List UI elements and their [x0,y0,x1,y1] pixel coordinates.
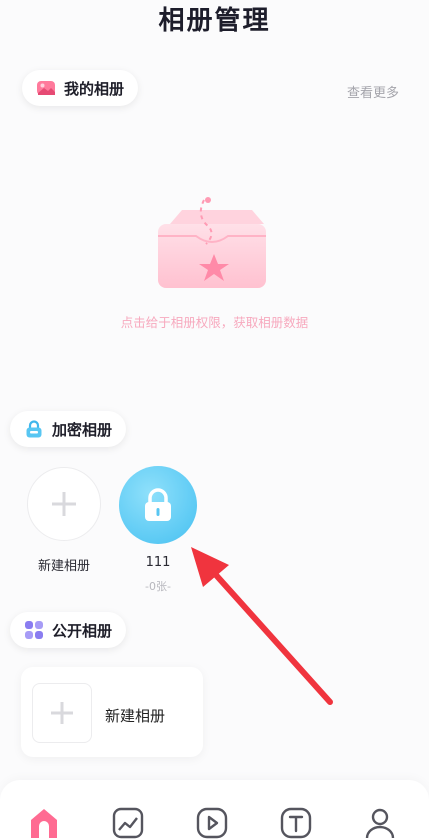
view-more-link[interactable]: 查看更多 [347,82,399,101]
page-title: 相册管理 [158,6,271,36]
plus-icon [32,683,92,743]
grid-icon [25,621,43,639]
lock-icon [26,420,42,438]
profile-icon[interactable] [363,806,397,839]
new-public-album-label: 新建相册 [105,707,166,725]
encrypted-album-name: 111 [145,555,171,570]
new-encrypted-album-label: 新建相册 [37,559,90,574]
empty-album-illustration [158,197,266,288]
video-icon[interactable] [195,806,229,839]
new-encrypted-album-button[interactable] [27,467,101,541]
my-albums-section-label: 我的相册 [22,70,139,106]
encrypted-albums-section-label: 加密相册 [10,411,127,447]
album-permission-hint[interactable]: 点击给于相册权限，获取相册数据 [0,312,429,331]
public-albums-section-label: 公开相册 [10,612,127,648]
home-icon[interactable] [27,806,61,839]
text-icon[interactable] [279,806,313,839]
album-management-page: 相册管理 我的相册 查看更多 点击给于相册权限，获取相册数据 加密相册 新建相册… [0,0,429,839]
lock-icon [145,488,171,521]
new-public-album-button[interactable]: 新建相册 [21,667,203,757]
bottom-tab-bar [0,780,429,839]
gallery-icon[interactable] [111,806,145,839]
photo-icon [37,81,55,95]
encrypted-album-item[interactable] [119,466,197,544]
annotation-arrow [191,547,333,705]
encrypted-album-count: -0张- [145,580,171,593]
